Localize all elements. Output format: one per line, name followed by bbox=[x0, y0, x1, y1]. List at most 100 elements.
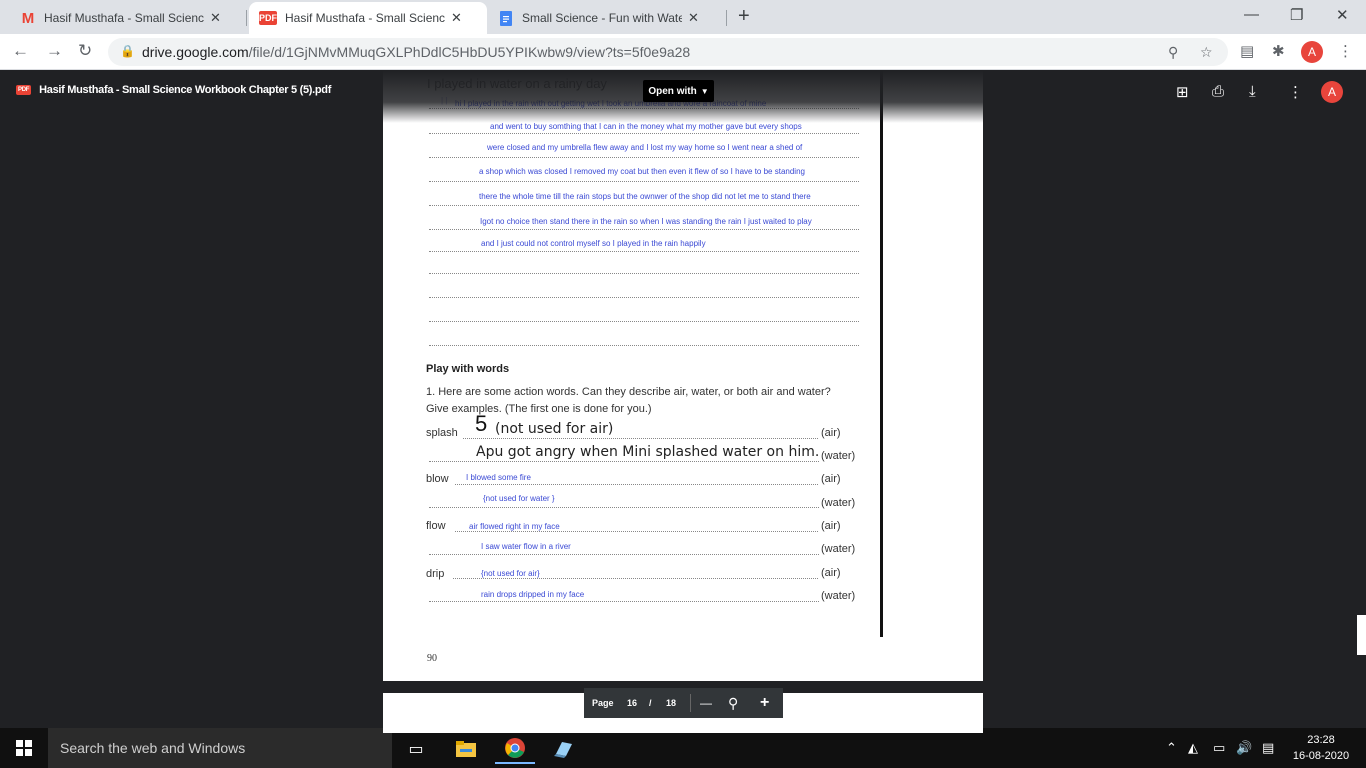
handwritten-answer: I saw water flow in a river bbox=[481, 542, 571, 551]
forward-icon[interactable]: → bbox=[46, 41, 63, 61]
page-label: Page bbox=[592, 698, 614, 708]
question-text: 1. Here are some action words. Can they … bbox=[426, 386, 831, 415]
start-button[interactable] bbox=[0, 728, 48, 768]
story-line: were closed and my umbrella flew away an… bbox=[487, 143, 803, 152]
extension-icon[interactable]: ▤ bbox=[1240, 42, 1254, 60]
page-separator: / bbox=[649, 698, 652, 708]
profile-avatar[interactable]: A bbox=[1301, 41, 1323, 63]
example-answer: Apu got angry when Mini splashed water o… bbox=[476, 444, 820, 460]
tab-title: Small Science - Fun with Water - bbox=[522, 11, 682, 25]
docs-icon bbox=[498, 10, 514, 26]
current-page-input[interactable]: 16 bbox=[627, 698, 637, 708]
app-icon[interactable] bbox=[544, 734, 584, 764]
clock-time: 23:28 bbox=[1307, 734, 1335, 746]
browser-toolbar: ← → ↻ 🔒 drive.google.com/file/d/1GjNMvMM… bbox=[0, 34, 1366, 70]
close-icon[interactable]: ✕ bbox=[210, 10, 221, 26]
lock-icon: 🔒 bbox=[120, 44, 135, 58]
water-tag: (water) bbox=[821, 450, 856, 462]
show-hidden-icons-icon[interactable]: ⌃ bbox=[1166, 740, 1177, 756]
action-word: blow bbox=[426, 473, 449, 485]
reload-icon[interactable]: ↻ bbox=[78, 41, 92, 61]
tab-strip: M Hasif Musthafa - Small Science W ✕ PDF… bbox=[0, 0, 1366, 34]
writing-line bbox=[429, 205, 859, 206]
taskbar-search[interactable]: Search the web and Windows bbox=[48, 728, 392, 768]
air-tag: (air) bbox=[821, 427, 841, 439]
writing-line bbox=[429, 273, 859, 274]
handwritten-answer: I blowed some fire bbox=[466, 473, 531, 482]
tab-title: Hasif Musthafa - Small Science W bbox=[44, 11, 204, 25]
writing-line bbox=[429, 229, 859, 230]
writing-line bbox=[429, 108, 859, 109]
handwritten-answer: {not used for water } bbox=[483, 494, 555, 503]
viewer-file-title: PDF Hasif Musthafa - Small Science Workb… bbox=[16, 84, 331, 96]
download-icon[interactable]: ⤓ bbox=[1249, 83, 1256, 100]
task-view-icon[interactable]: ▭ bbox=[396, 734, 436, 764]
example-answer: (not used for air) bbox=[495, 421, 614, 437]
close-icon[interactable]: ✕ bbox=[451, 10, 462, 26]
profile-avatar[interactable]: A bbox=[1321, 81, 1343, 103]
zoom-icon: ⚲ bbox=[728, 694, 739, 711]
close-icon[interactable]: ✕ bbox=[688, 10, 699, 26]
handwritten-answer: rain drops dripped in my face bbox=[481, 590, 585, 599]
story-heading: I played in water on a rainy day bbox=[427, 76, 607, 91]
chevron-down-icon: ▼ bbox=[700, 86, 709, 96]
minimize-icon[interactable]: — bbox=[1244, 6, 1259, 23]
restore-icon[interactable]: ❐ bbox=[1290, 6, 1303, 24]
back-icon[interactable]: ← bbox=[12, 41, 29, 61]
more-options-icon[interactable]: ⋮ bbox=[1288, 83, 1303, 101]
pdf-icon: PDF bbox=[259, 11, 277, 25]
network-icon[interactable]: ◭ bbox=[1188, 740, 1198, 756]
zoom-out-button[interactable]: — bbox=[700, 696, 712, 710]
file-explorer-icon[interactable] bbox=[446, 734, 486, 764]
zoom-icon[interactable]: ⚲ bbox=[1168, 44, 1178, 61]
water-tag: (water) bbox=[821, 543, 856, 555]
answer-line bbox=[429, 601, 819, 602]
answer-line bbox=[429, 554, 819, 555]
grade-mark: 5 bbox=[475, 411, 488, 436]
tab-docs[interactable]: Small Science - Fun with Water - ✕ bbox=[488, 2, 709, 34]
pdf-icon: PDF bbox=[16, 85, 32, 95]
file-name: Hasif Musthafa - Small Science Workbook … bbox=[39, 84, 332, 96]
clock-date: 16-08-2020 bbox=[1292, 750, 1350, 762]
total-pages: 18 bbox=[666, 698, 677, 708]
action-word: splash bbox=[426, 427, 458, 439]
chrome-icon[interactable] bbox=[495, 734, 535, 764]
volume-icon[interactable]: 🔊 bbox=[1236, 740, 1252, 756]
handwritten-answer: air flowed right in my face bbox=[469, 522, 560, 531]
puzzle-icon[interactable]: ✱ bbox=[1272, 42, 1285, 60]
url-host: drive.google.com bbox=[142, 44, 249, 60]
air-tag: (air) bbox=[821, 567, 841, 579]
handwritten-marks: | | bbox=[441, 96, 448, 105]
menu-kebab-icon[interactable]: ⋮ bbox=[1338, 42, 1353, 60]
zoom-in-button[interactable]: + bbox=[760, 694, 769, 712]
close-window-icon[interactable]: ✕ bbox=[1336, 6, 1349, 24]
page-navigator: Page 16 / 18 — ⚲ + bbox=[584, 688, 783, 718]
air-tag: (air) bbox=[821, 473, 841, 485]
search-placeholder: Search the web and Windows bbox=[60, 740, 246, 756]
tab-title: Hasif Musthafa - Small Science W bbox=[285, 11, 445, 25]
story-line: there the whole time till the rain stops… bbox=[479, 192, 811, 201]
address-bar[interactable]: 🔒 drive.google.com/file/d/1GjNMvMMuqGXLP… bbox=[108, 38, 1228, 66]
battery-icon[interactable]: ▭ bbox=[1213, 740, 1225, 756]
tab-separator bbox=[726, 10, 727, 26]
writing-line bbox=[429, 181, 859, 182]
scrollbar-thumb[interactable] bbox=[1357, 615, 1366, 655]
notifications-icon[interactable]: ▤ bbox=[1262, 740, 1274, 756]
action-word: drip bbox=[426, 568, 445, 580]
story-line: Igot no choice then stand there in the r… bbox=[480, 217, 812, 226]
writing-line bbox=[429, 133, 859, 134]
print-icon[interactable]: ⎙ bbox=[1212, 83, 1224, 100]
bookmark-star-icon[interactable]: ☆ bbox=[1200, 44, 1213, 61]
url-text[interactable]: drive.google.com/file/d/1GjNMvMMuqGXLPhD… bbox=[142, 44, 690, 60]
system-clock[interactable]: 23:28 16-08-2020 bbox=[1286, 732, 1356, 764]
handwritten-answer: {not used for air} bbox=[481, 569, 540, 578]
tab-pdf[interactable]: PDF Hasif Musthafa - Small Science W ✕ bbox=[249, 2, 487, 34]
tab-gmail[interactable]: M Hasif Musthafa - Small Science W ✕ bbox=[10, 2, 231, 34]
open-with-button[interactable]: Open with ▼ bbox=[643, 80, 714, 102]
add-to-drive-icon[interactable]: ⊞ bbox=[1176, 83, 1189, 101]
water-tag: (water) bbox=[821, 590, 856, 602]
new-tab-button[interactable]: + bbox=[738, 5, 750, 28]
writing-line bbox=[429, 157, 859, 158]
answer-line bbox=[453, 578, 818, 579]
divider bbox=[690, 694, 691, 712]
